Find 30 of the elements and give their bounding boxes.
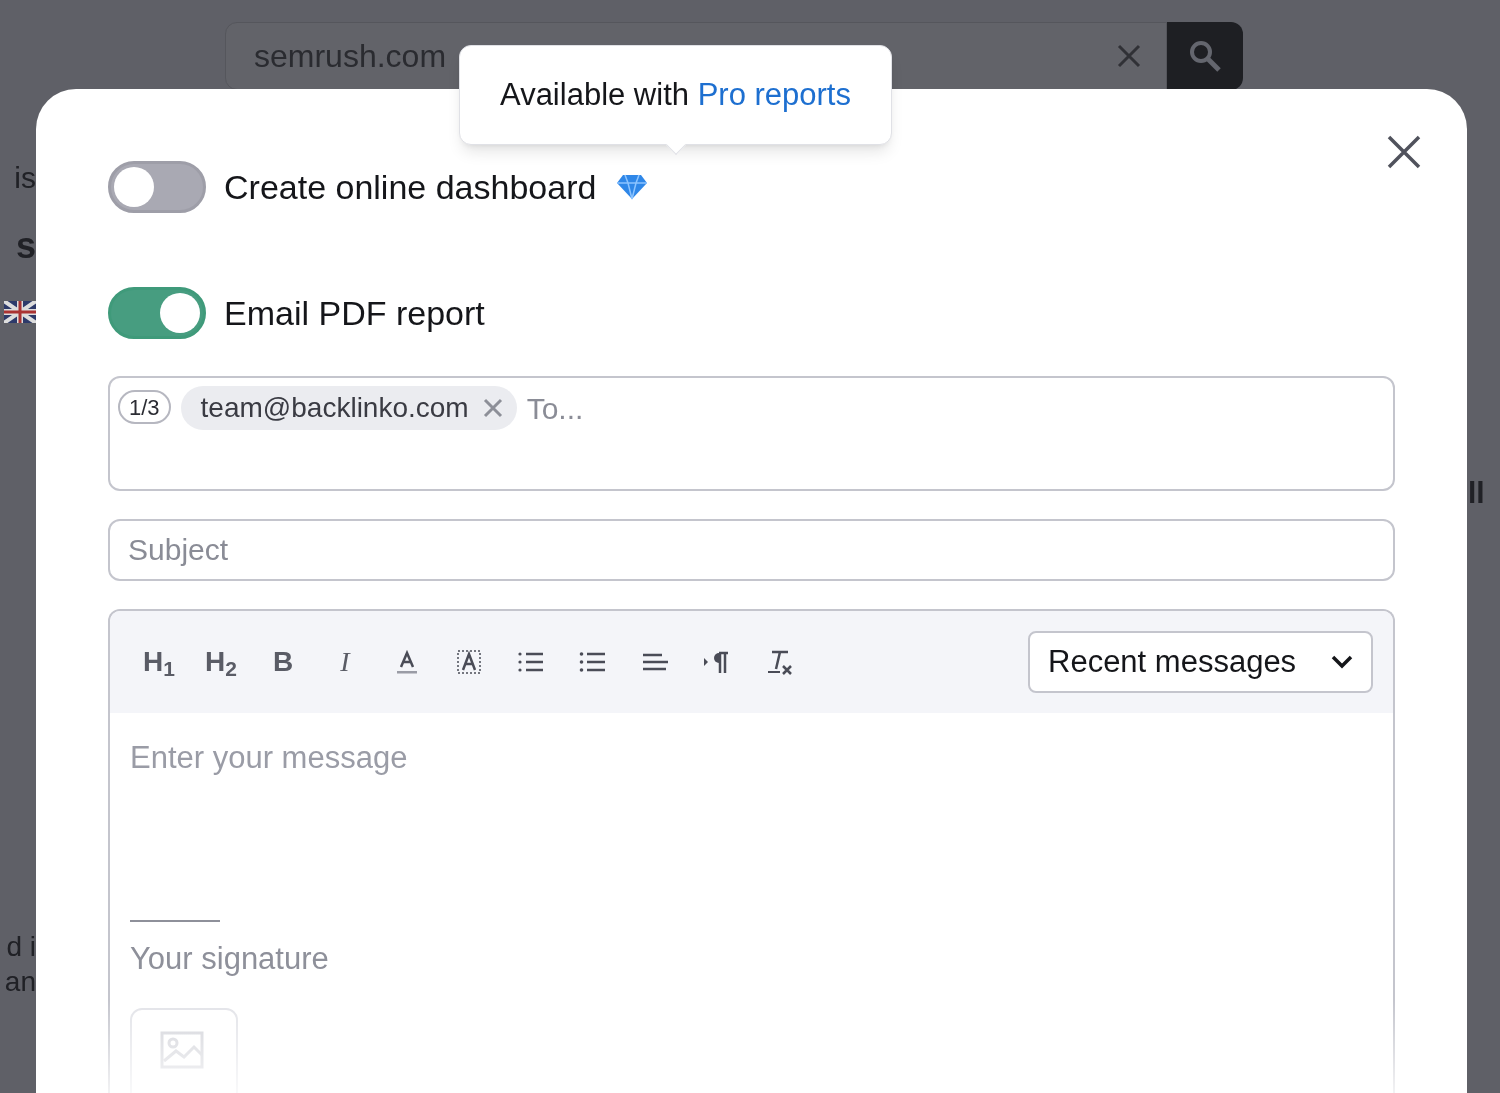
subject-field[interactable]: Subject xyxy=(108,519,1395,581)
toggle-switch[interactable] xyxy=(108,161,206,213)
tooltip-text: Available with Pro reports xyxy=(500,75,851,114)
diamond-icon xyxy=(616,174,649,200)
recipient-counter: 1/3 xyxy=(118,390,171,424)
toggle-label: Create online dashboard xyxy=(224,166,597,208)
background-text: s xyxy=(15,224,36,268)
bold-button[interactable]: B xyxy=(272,648,294,676)
toggle-switch[interactable] xyxy=(108,287,206,339)
italic-button[interactable]: I xyxy=(340,648,350,676)
chip-text: team@backlinko.com xyxy=(200,391,469,425)
background-text: an xyxy=(4,965,36,999)
heading-button[interactable]: H$_{1}$ xyxy=(143,648,175,676)
recent-messages-dropdown[interactable]: Recent messages xyxy=(1028,631,1373,693)
highlight-icon[interactable] xyxy=(454,647,484,677)
pro-reports-link[interactable]: Pro reports xyxy=(697,76,851,112)
remove-icon[interactable] xyxy=(482,398,503,418)
background-text: is xyxy=(14,160,36,196)
to-input[interactable]: To... xyxy=(526,386,1385,430)
flag-icon xyxy=(4,301,36,323)
close-icon[interactable] xyxy=(1387,135,1421,169)
recipients-field[interactable]: 1/3 team@backlinko.com To... xyxy=(108,376,1395,491)
background-text: d i xyxy=(6,930,36,964)
signature-placeholder[interactable]: Your signature xyxy=(130,935,1373,982)
search-button[interactable] xyxy=(1167,22,1243,90)
heading-button[interactable]: H$_{2}$ xyxy=(205,648,237,676)
search-icon xyxy=(1188,39,1222,73)
toggle-label: Email PDF report xyxy=(224,292,485,334)
chevron-down-icon xyxy=(1331,655,1353,669)
background-text: ll xyxy=(1468,475,1485,511)
